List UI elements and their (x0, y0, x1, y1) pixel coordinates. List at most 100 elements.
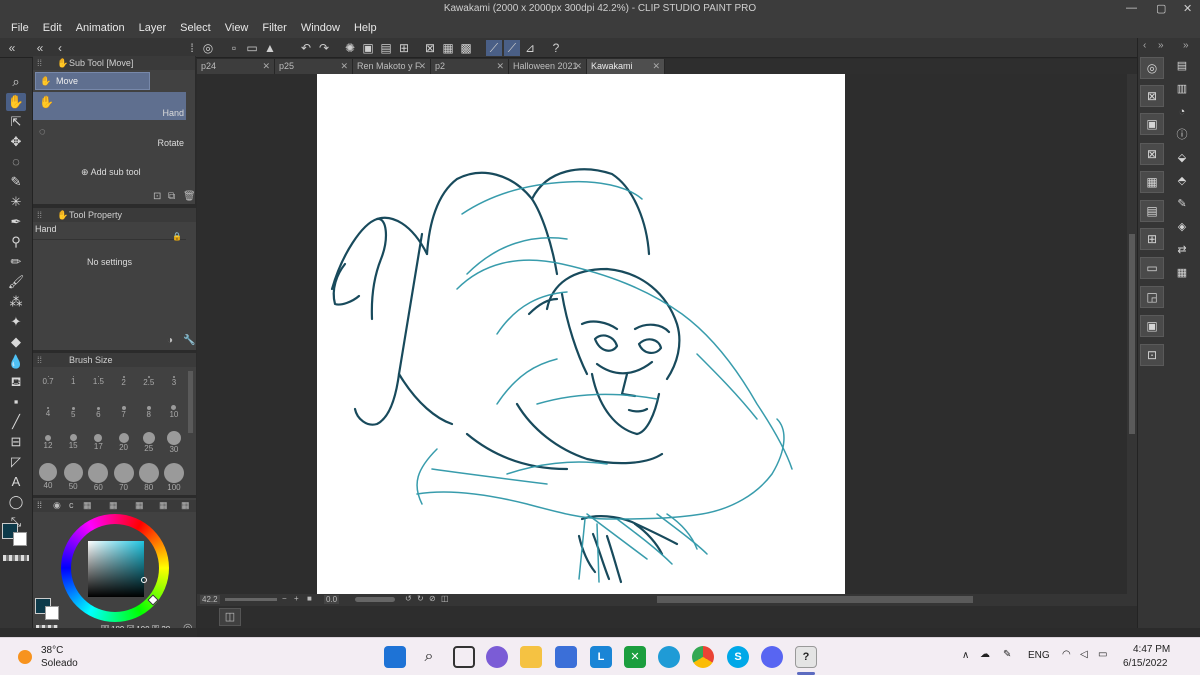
material-9-icon[interactable]: ⊡ (1140, 344, 1164, 366)
ruler-icon[interactable]: ◸ (6, 453, 26, 471)
brush-preset[interactable]: 5 (61, 403, 85, 419)
brush-preset[interactable]: 1 (61, 372, 85, 387)
menu-file[interactable]: File (4, 22, 36, 34)
close-tab-icon[interactable]: ✕ (340, 59, 348, 74)
info-icon[interactable]: ⓘ (1172, 126, 1192, 144)
airbrush-icon[interactable]: ⁂ (6, 293, 26, 311)
wifi-icon[interactable]: ◠ (1062, 649, 1071, 660)
brush-preset[interactable]: 4 (36, 403, 60, 419)
eraser-icon[interactable]: ◆ (6, 333, 26, 351)
balloon-icon[interactable]: ◯ (6, 493, 26, 511)
pin-icon[interactable]: ⁞ (184, 40, 200, 56)
l-app-icon[interactable]: L (590, 646, 612, 668)
pen-pressure-icon[interactable]: ✎ (1172, 195, 1192, 213)
zoom-value[interactable]: 42.2 (200, 595, 220, 604)
settings-icon[interactable]: ◑ (167, 335, 173, 346)
wrench-icon[interactable]: 🔧 (183, 335, 195, 346)
new-icon[interactable]: ⊡ (153, 191, 161, 202)
volume-icon[interactable]: ◁ (1080, 649, 1088, 660)
chat-icon[interactable] (486, 646, 508, 668)
search-icon[interactable]: ⌕ (418, 646, 440, 668)
close-tab-icon[interactable]: ✕ (652, 59, 660, 74)
fill-bucket-icon[interactable]: ⛾ (6, 373, 26, 391)
brush-preset[interactable]: 2.5 (137, 372, 161, 387)
close-tab-icon[interactable]: ✕ (262, 59, 270, 74)
angle-slider[interactable] (355, 597, 395, 602)
close-tab-icon[interactable]: ✕ (574, 59, 582, 74)
navigator-icon[interactable]: ◎ (1140, 57, 1164, 79)
menu-window[interactable]: Window (294, 22, 347, 34)
minimize-button[interactable]: — (1126, 2, 1137, 14)
brush-preset[interactable]: 10 (162, 403, 186, 419)
menu-animation[interactable]: Animation (69, 22, 132, 34)
close-tab-icon[interactable]: ✕ (496, 59, 504, 74)
skype-icon[interactable]: S (727, 646, 749, 668)
color-slider-tab-icon[interactable]: c (69, 500, 74, 510)
reset-rotation-icon[interactable]: ⊘ (429, 594, 436, 603)
material-7-icon[interactable]: ◲ (1140, 286, 1164, 308)
history-tab-icon[interactable]: ▦ (159, 500, 168, 511)
material-6-icon[interactable]: ▭ (1140, 257, 1164, 279)
frame-icon[interactable]: ⊟ (6, 433, 26, 451)
tab-kawakami[interactable]: Kawakami ✕ (587, 59, 665, 74)
material-2-icon[interactable]: ⊠ (1140, 143, 1164, 165)
brush-preset[interactable]: 2 (112, 372, 136, 387)
brush-size-scrollbar[interactable] (188, 371, 193, 433)
operation-tool-icon[interactable]: ⇱ (6, 113, 26, 131)
horizontal-scrollbar[interactable] (657, 596, 973, 603)
tab-p25[interactable]: p25 ✕ (275, 59, 353, 74)
material-8-icon[interactable]: ▣ (1140, 315, 1164, 337)
animation-cels-icon[interactable]: ▦ (1172, 264, 1192, 282)
new-file-icon[interactable]: ▫ (226, 40, 242, 56)
pencil-icon[interactable]: ✏ (6, 253, 26, 271)
brush-preset[interactable]: 30 (162, 431, 186, 454)
tab-p2[interactable]: p2 ✕ (431, 59, 509, 74)
layer-search-icon[interactable]: ⬘ (1172, 172, 1192, 190)
eyedropper-icon[interactable]: ⚲ (6, 233, 26, 251)
lasso-icon[interactable]: ◌ (6, 153, 26, 171)
decoration-icon[interactable]: ✦ (6, 313, 26, 331)
pen-icon[interactable]: ✒ (6, 213, 26, 231)
collapse-icon[interactable]: » (1183, 40, 1189, 51)
help-icon[interactable]: ? (548, 40, 564, 56)
clear-icon[interactable]: ▣ (360, 40, 376, 56)
brush-preset[interactable]: 100 (162, 463, 186, 492)
discord-icon[interactable] (761, 646, 783, 668)
battery-icon[interactable]: ▭ (1098, 649, 1107, 660)
brush-preset[interactable]: 3 (162, 372, 186, 387)
material-5-icon[interactable]: ⊞ (1140, 228, 1164, 250)
menu-select[interactable]: Select (173, 22, 218, 34)
figure-icon[interactable]: ╱ (6, 413, 26, 431)
brush-preset[interactable]: 8 (137, 403, 161, 419)
text-icon[interactable]: A (6, 473, 26, 491)
deselect-icon[interactable]: ⊠ (422, 40, 438, 56)
auto-action-icon[interactable]: ◔ (1172, 103, 1192, 121)
tab-ren-makoto[interactable]: Ren Makoto y F ✕ (353, 59, 431, 74)
angle-value[interactable]: 0.0 (324, 595, 340, 604)
rotate-left-icon[interactable]: ↺ (405, 594, 412, 603)
xbox-icon[interactable]: ✕ (624, 646, 646, 668)
brush-preset[interactable]: 6 (86, 403, 110, 419)
close-tab-icon[interactable]: ✕ (418, 59, 426, 74)
save-icon[interactable]: ▲ (262, 40, 278, 56)
subtool-item-hand[interactable]: ✋ Hand (33, 92, 186, 120)
sub-color-swatch[interactable] (13, 532, 27, 546)
edge-icon[interactable] (658, 646, 680, 668)
subtool-item-rotate[interactable]: ◌ Rotate (33, 122, 186, 150)
zoom-slider[interactable] (225, 598, 277, 601)
selection-pen-icon[interactable]: ✎ (6, 173, 26, 191)
start-icon[interactable] (384, 646, 406, 668)
zoom-tool-icon[interactable]: ⌕ (6, 73, 26, 91)
tab-p24[interactable]: p24 ✕ (197, 59, 275, 74)
chrome-icon[interactable] (692, 646, 714, 668)
clock-time[interactable]: 4:47 PM (1133, 644, 1170, 655)
flip-icon[interactable]: ◫ (441, 594, 449, 603)
menu-filter[interactable]: Filter (255, 22, 293, 34)
brush-preset[interactable]: 60 (86, 463, 110, 492)
blend-icon[interactable]: 💧 (6, 353, 26, 371)
brush-preset[interactable]: 40 (36, 463, 60, 492)
tab-halloween[interactable]: Halloween 2021 ✕ (509, 59, 587, 74)
sub-view-tab-icon[interactable]: ▦ (181, 500, 190, 511)
zoom-in-icon[interactable]: + (294, 594, 299, 603)
layer-panel-toggle-icon[interactable]: ◫ (219, 608, 241, 626)
